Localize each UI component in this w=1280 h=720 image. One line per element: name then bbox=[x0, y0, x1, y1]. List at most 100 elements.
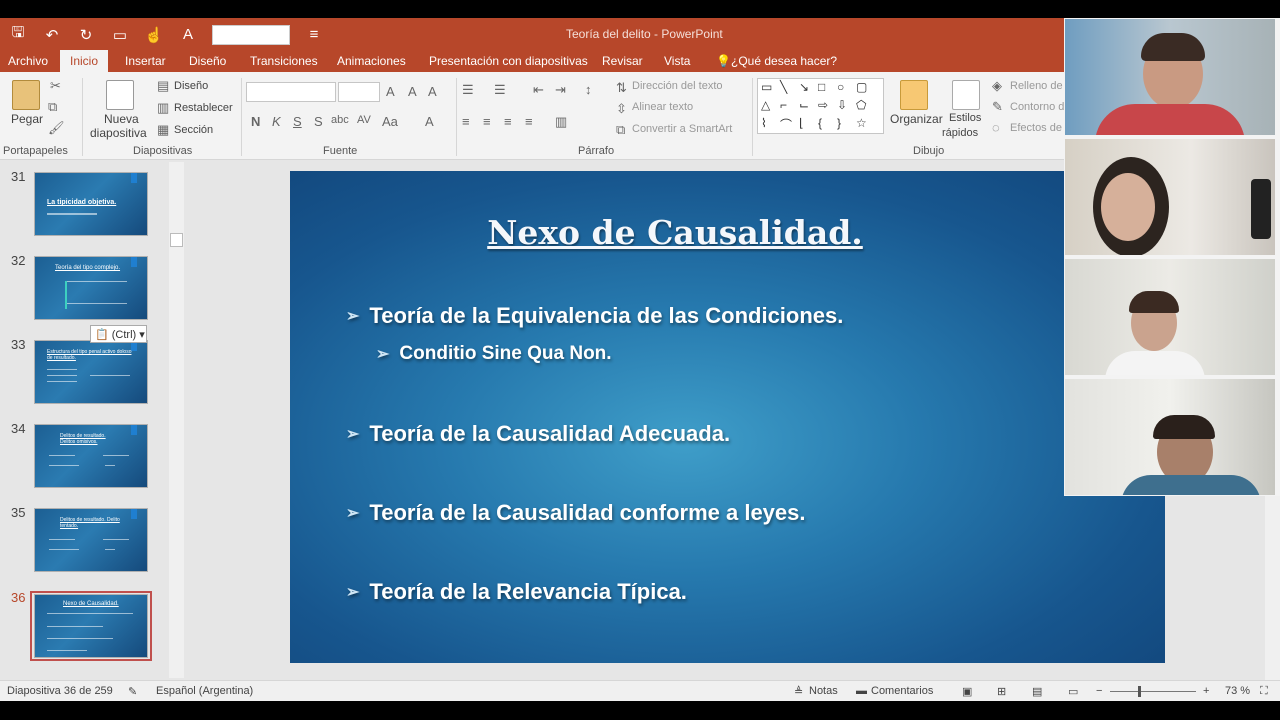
reset-button[interactable]: Restablecer bbox=[174, 102, 233, 114]
participant-video[interactable] bbox=[1065, 379, 1275, 495]
font-color-icon[interactable]: A bbox=[178, 26, 198, 43]
tell-me-search[interactable]: ¿Qué desea hacer? bbox=[731, 54, 837, 68]
comments-button[interactable]: Comentarios bbox=[871, 685, 933, 697]
new-slide-icon[interactable] bbox=[106, 80, 134, 110]
slide-thumbnail[interactable]: Estructura del tipo penal activo doloso … bbox=[34, 340, 148, 404]
comments-icon[interactable]: ▬ bbox=[856, 685, 867, 697]
columns-icon[interactable]: ▥ bbox=[555, 114, 567, 130]
tab-insertar[interactable]: Insertar bbox=[125, 54, 166, 68]
quick-styles-icon[interactable] bbox=[952, 80, 980, 110]
tab-archivo[interactable]: Archivo bbox=[8, 54, 48, 68]
bullets-icon[interactable]: ☰ bbox=[462, 82, 474, 98]
touch-mode-icon[interactable]: ☝ bbox=[144, 26, 164, 44]
slide-title[interactable]: Nexo de Causalidad. bbox=[290, 213, 1060, 252]
tab-transiciones[interactable]: Transiciones bbox=[250, 54, 318, 68]
strikethrough-button[interactable]: abc bbox=[331, 114, 349, 126]
clear-format-icon[interactable]: A bbox=[428, 84, 437, 99]
align-text-button[interactable]: Alinear texto bbox=[632, 101, 693, 113]
qat-input[interactable] bbox=[212, 24, 290, 45]
participant-video[interactable] bbox=[1065, 259, 1275, 375]
normal-view-icon[interactable]: ▣ bbox=[962, 685, 972, 698]
shape-fill-button[interactable]: Relleno de bbox=[1010, 80, 1063, 92]
rounded-rect-shape-icon[interactable]: ▢ bbox=[856, 80, 867, 94]
font-size-input[interactable] bbox=[338, 82, 380, 102]
fit-to-window-icon[interactable]: ⛶ bbox=[1260, 685, 1268, 698]
line-spacing-icon[interactable]: ↕ bbox=[585, 82, 592, 97]
slide-sorter-icon[interactable]: ⊞ bbox=[997, 685, 1006, 698]
copy-icon[interactable]: ⧉ bbox=[48, 99, 57, 115]
notes-icon[interactable]: ≜ bbox=[794, 685, 803, 698]
grow-font-icon[interactable]: A bbox=[386, 84, 395, 99]
shape-effects-button[interactable]: Efectos de bbox=[1010, 122, 1062, 134]
layout-button[interactable]: Diseño bbox=[174, 80, 208, 92]
text-direction-button[interactable]: Dirección del texto bbox=[632, 80, 723, 92]
paste-icon[interactable] bbox=[12, 80, 40, 110]
slideshow-icon[interactable]: ▭ bbox=[1068, 685, 1078, 698]
shrink-font-icon[interactable]: A bbox=[408, 84, 417, 99]
arrange-button[interactable]: Organizar bbox=[890, 112, 943, 126]
format-painter-icon[interactable]: 🖌 bbox=[48, 120, 65, 136]
tab-diseno[interactable]: Diseño bbox=[189, 54, 226, 68]
star-shape-icon[interactable]: ☆ bbox=[856, 116, 867, 130]
zoom-slider-thumb[interactable] bbox=[1138, 686, 1141, 697]
elbow-connector-shape-icon[interactable]: ⌙ bbox=[799, 98, 809, 112]
convert-smartart-button[interactable]: Convertir a SmartArt bbox=[632, 123, 732, 135]
slide-bullet[interactable]: ➢ Teoría de la Relevancia Típica. bbox=[346, 579, 687, 605]
arrow-line-shape-icon[interactable]: ↘ bbox=[799, 80, 809, 94]
line-shape-icon[interactable]: ╲ bbox=[780, 80, 787, 94]
undo-icon[interactable]: ↶ bbox=[42, 26, 62, 44]
bracket-shape-icon[interactable]: ⌊ bbox=[799, 116, 804, 130]
quick-styles-label-1[interactable]: Estilos bbox=[949, 112, 981, 124]
down-arrow-shape-icon[interactable]: ⇩ bbox=[837, 98, 847, 112]
slide-bullet[interactable]: ➢ Teoría de la Equivalencia de las Condic… bbox=[346, 303, 843, 329]
section-button[interactable]: Sección bbox=[174, 124, 213, 136]
slide-canvas[interactable]: Nexo de Causalidad. ➢ Teoría de la Equiva… bbox=[290, 171, 1165, 663]
zoom-out-icon[interactable]: − bbox=[1096, 685, 1102, 697]
slide-thumbnail[interactable]: Delitos de resultado. Delito tentado. bbox=[34, 508, 148, 572]
tab-vista[interactable]: Vista bbox=[664, 54, 690, 68]
customize-qat-icon[interactable]: ≡ bbox=[304, 26, 324, 43]
slide-sub-bullet[interactable]: ➢ Conditio Sine Qua Non. bbox=[376, 343, 612, 365]
spellcheck-icon[interactable]: ✎ bbox=[128, 685, 137, 698]
tab-revisar[interactable]: Revisar bbox=[602, 54, 643, 68]
connector-shape-icon[interactable]: ⌐ bbox=[780, 98, 787, 112]
spacing-button[interactable]: AV bbox=[357, 114, 371, 126]
slide-bullet[interactable]: ➢ Teoría de la Causalidad conforme a leye… bbox=[346, 500, 806, 526]
font-name-input[interactable] bbox=[246, 82, 336, 102]
save-icon[interactable]: 🖫 bbox=[8, 22, 28, 47]
right-arrow-shape-icon[interactable]: ⇨ bbox=[818, 98, 828, 112]
right-brace-shape-icon[interactable]: } bbox=[837, 116, 841, 130]
left-brace-shape-icon[interactable]: { bbox=[818, 116, 822, 130]
align-center-icon[interactable]: ≡ bbox=[483, 114, 491, 129]
shadow-button[interactable]: S bbox=[314, 114, 323, 129]
language-indicator[interactable]: Español (Argentina) bbox=[156, 685, 253, 697]
case-button[interactable]: Aa bbox=[382, 114, 398, 129]
triangle-shape-icon[interactable]: △ bbox=[761, 98, 770, 112]
participant-video[interactable] bbox=[1065, 19, 1275, 135]
slide-thumbnail[interactable]: Delitos de resultado. Delitos omisivos. bbox=[34, 424, 148, 488]
shape-outline-button[interactable]: Contorno d bbox=[1010, 101, 1064, 113]
numbering-icon[interactable]: ☰ bbox=[494, 82, 506, 98]
align-right-icon[interactable]: ≡ bbox=[504, 114, 512, 129]
pentagon-shape-icon[interactable]: ⬠ bbox=[856, 98, 866, 112]
participant-video[interactable] bbox=[1065, 139, 1275, 255]
reading-view-icon[interactable]: ▤ bbox=[1032, 685, 1042, 698]
editor-scrollbar[interactable] bbox=[1265, 496, 1280, 680]
font-color-button[interactable]: A bbox=[425, 114, 434, 129]
paste-button[interactable]: Pegar bbox=[11, 112, 43, 126]
thumbnail-scroll-thumb[interactable] bbox=[170, 233, 183, 247]
italic-button[interactable]: K bbox=[272, 114, 281, 129]
align-left-icon[interactable]: ≡ bbox=[462, 114, 470, 129]
oval-shape-icon[interactable]: ○ bbox=[837, 80, 844, 94]
present-icon[interactable]: ▭ bbox=[110, 26, 130, 44]
slide-thumbnail[interactable]: La tipicidad objetiva. bbox=[34, 172, 148, 236]
bold-button[interactable]: N bbox=[251, 114, 260, 129]
tab-presentacion[interactable]: Presentación con diapositivas bbox=[429, 54, 588, 68]
slide-bullet[interactable]: ➢ Teoría de la Causalidad Adecuada. bbox=[346, 421, 730, 447]
decrease-indent-icon[interactable]: ⇤ bbox=[533, 82, 544, 98]
arrange-icon[interactable] bbox=[900, 80, 928, 110]
new-slide-label-1[interactable]: Nueva bbox=[104, 112, 139, 126]
rectangle-shape-icon[interactable]: □ bbox=[818, 80, 825, 94]
redo-icon[interactable]: ↻ bbox=[76, 26, 96, 44]
quick-styles-label-2[interactable]: rápidos bbox=[942, 127, 978, 139]
